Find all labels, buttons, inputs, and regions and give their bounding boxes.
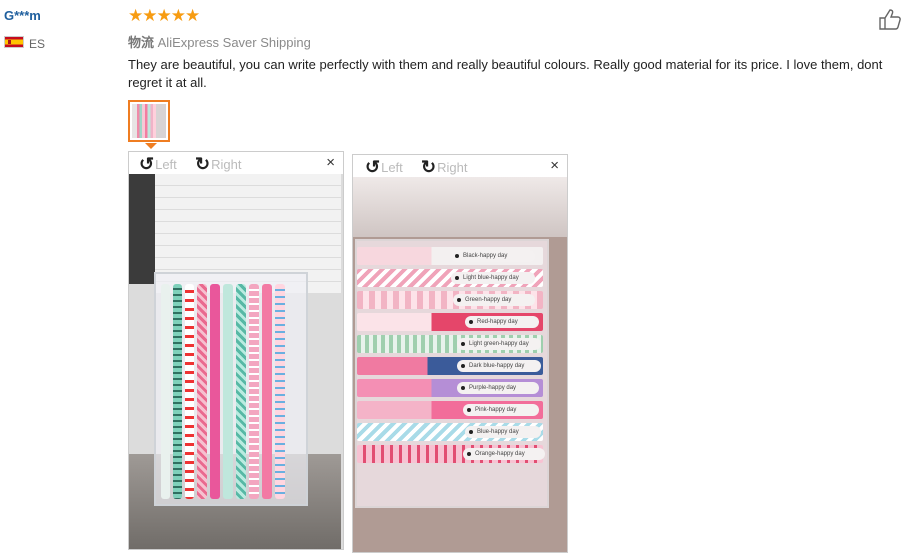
pen-label: Black-happy day — [451, 250, 535, 262]
rating-stars: ★★★★★ — [128, 6, 200, 25]
thumbnail-selected-caret — [145, 143, 157, 149]
pen-label: Blue-happy day — [465, 426, 541, 438]
rotate-left-icon: ↺ — [365, 157, 381, 177]
review-thumbnail[interactable] — [128, 100, 170, 142]
reviewer-name[interactable]: G***m — [4, 8, 41, 23]
country-flag-icon — [4, 36, 24, 48]
rotate-left-button[interactable]: ↺Left — [139, 153, 177, 174]
shipping-method: AliExpress Saver Shipping — [157, 35, 311, 50]
review-photo-2: Black-happy day Light blue-happy day Gre… — [353, 177, 567, 552]
thumbs-up-icon — [879, 9, 901, 30]
image-viewer-2: ↺Left ↻Right × Black-happy day Light blu… — [352, 154, 568, 553]
rotate-right-icon: ↻ — [421, 157, 437, 177]
pen-label: Light blue-happy day — [451, 272, 535, 284]
rotate-right-button[interactable]: ↻Right — [195, 153, 241, 174]
viewer-toolbar: ↺Left ↻Right × — [129, 152, 343, 174]
rotate-left-icon: ↺ — [139, 154, 155, 174]
pen-label: Purple-happy day — [457, 382, 539, 394]
viewer-toolbar: ↺Left ↻Right × — [353, 155, 567, 177]
pen-label: Orange-happy day — [463, 448, 545, 460]
reviewer-country: ES — [29, 37, 46, 51]
review-photo-1 — [129, 174, 343, 549]
rotate-left-button[interactable]: ↺Left — [365, 156, 403, 177]
image-viewer-1: ↺Left ↻Right × — [128, 151, 344, 550]
pen-label: Green-happy day — [453, 294, 535, 306]
close-icon[interactable]: × — [326, 154, 335, 171]
rotate-right-button[interactable]: ↻Right — [421, 156, 467, 177]
shipping-info: 物流 AliExpress Saver Shipping — [128, 32, 311, 51]
shipping-prefix: 物流 — [128, 35, 155, 50]
like-button[interactable] — [878, 8, 904, 30]
thumbnail-image — [132, 104, 166, 138]
rotate-right-icon: ↻ — [195, 154, 211, 174]
pen-label: Red-happy day — [465, 316, 539, 328]
pen-label: Dark blue-happy day — [457, 360, 541, 372]
pen-label: Light green-happy day — [457, 338, 541, 350]
review-text: They are beautiful, you can write perfec… — [128, 57, 883, 90]
close-icon[interactable]: × — [550, 157, 559, 174]
pen-label: Pink-happy day — [463, 404, 539, 416]
